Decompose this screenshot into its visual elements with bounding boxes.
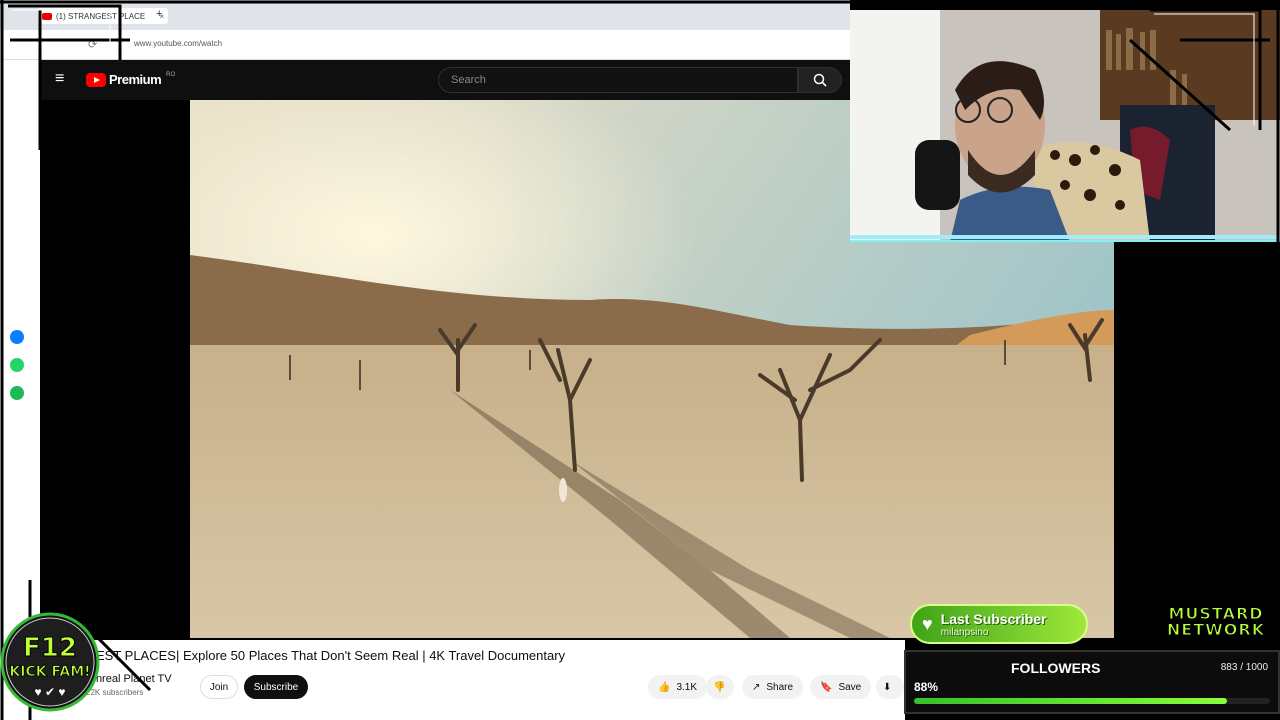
logo-text: Premium (109, 72, 162, 87)
search-button[interactable] (798, 67, 842, 93)
dislike-button[interactable]: 👎 (706, 675, 734, 699)
url-field[interactable]: www.youtube.com/watch (134, 39, 222, 48)
followers-goal-widget: FOLLOWERS 883 / 1000 88% (904, 650, 1280, 714)
like-count: 3.1K (676, 681, 698, 693)
subscribe-button[interactable]: Subscribe (244, 675, 308, 699)
search-icon (813, 73, 827, 87)
followers-progress-fill (914, 698, 1228, 704)
save-button[interactable]: 🔖 Save (810, 675, 872, 699)
new-tab-button[interactable]: + (156, 8, 162, 20)
webcam-overlay (850, 10, 1280, 242)
kick-badge-line1: F12 (23, 633, 77, 663)
mustard-network-logo: MUSTARD NETWORK (1156, 605, 1276, 644)
kick-badge-icons: ♥ ✔ ♥ (35, 685, 66, 699)
last-subscriber-title: Last Subscriber (940, 610, 1047, 627)
followers-progress-bar (914, 698, 1270, 704)
save-label: Save (838, 681, 862, 693)
youtube-logo[interactable]: Premium RO (86, 72, 175, 87)
followers-label: FOLLOWERS (1011, 660, 1101, 676)
kick-fam-badge: F12 KICK FAM! ♥ ✔ ♥ (0, 608, 100, 716)
streamer-webcam-image (850, 10, 1280, 240)
side-social-icons (10, 330, 28, 414)
search-input[interactable]: Search (438, 67, 798, 93)
heart-icon: ♥ (922, 613, 933, 634)
share-button[interactable]: ↗ Share (742, 675, 804, 699)
address-bar: ⟳ www.youtube.com/watch (0, 30, 850, 60)
download-icon: ⬇ (883, 681, 892, 693)
bookmark-icon: 🔖 (820, 681, 833, 693)
like-button[interactable]: 👍 3.1K (648, 675, 708, 699)
spotify-icon[interactable] (10, 386, 24, 400)
channel-name[interactable]: Unreal Planet TV (88, 673, 172, 685)
last-subscriber-widget: ♥ Last Subscriber milanpsino (910, 604, 1088, 644)
menu-icon[interactable]: ≡ (55, 70, 64, 88)
kick-badge-line2: KICK FAM! (9, 664, 90, 680)
last-subscriber-name: milanpsino (940, 626, 989, 638)
messenger-icon[interactable] (10, 330, 24, 344)
youtube-play-icon (86, 72, 106, 87)
brand-line2: NETWORK (1166, 620, 1266, 639)
followers-percent: 88% (914, 680, 939, 694)
youtube-favicon-icon (42, 12, 52, 20)
logo-country: RO (166, 72, 176, 78)
reload-icon[interactable]: ⟳ (88, 38, 97, 51)
join-button[interactable]: Join (200, 675, 238, 699)
share-icon: ↗ (752, 681, 761, 693)
tab-youtube[interactable]: (1) STRANGEST PLACE × (38, 8, 168, 24)
tab-title: (1) STRANGEST PLACE (56, 11, 146, 21)
share-label: Share (766, 681, 794, 693)
followers-count: 883 / 1000 (1220, 662, 1268, 673)
thumbs-down-icon: 👎 (713, 681, 726, 693)
kick-fam-logo: F12 KICK FAM! ♥ ✔ ♥ (0, 612, 100, 712)
tab-bar: (1) STRANGEST PLACE × + (0, 0, 850, 30)
whatsapp-icon[interactable] (10, 358, 24, 372)
youtube-header: ≡ Premium RO Search (40, 60, 850, 100)
thumbs-up-icon: 👍 (658, 681, 671, 693)
video-title: EST PLACES| Explore 50 Places That Don't… (96, 648, 566, 663)
download-button[interactable]: ⬇ (876, 675, 904, 699)
